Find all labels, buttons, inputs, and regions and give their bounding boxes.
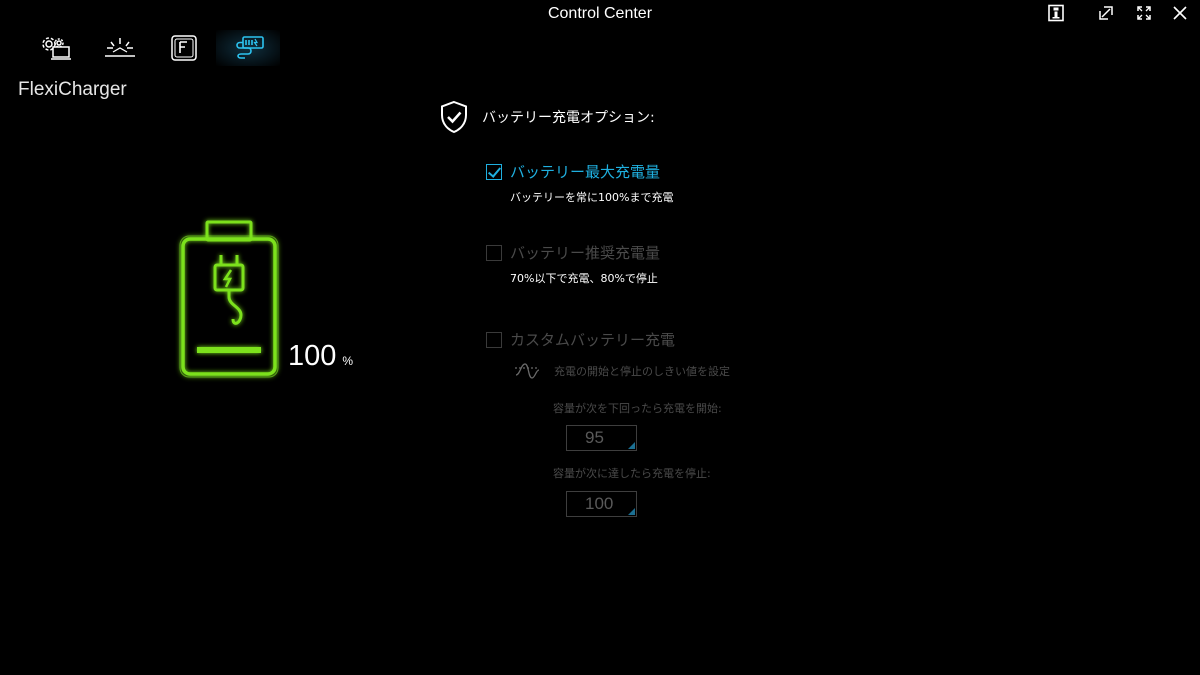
tab-bar	[24, 30, 280, 66]
title-bar: Control Center	[0, 0, 1200, 28]
threshold-setting-row: 充電の開始と停止のしきい値を設定	[514, 360, 730, 382]
threshold-wave-icon	[515, 363, 540, 379]
battery-percent-value: 100	[288, 340, 337, 372]
fullscreen-icon	[1137, 6, 1151, 20]
tab-system-settings[interactable]	[24, 30, 88, 66]
fullscreen-button[interactable]	[1131, 2, 1157, 24]
system-settings-icon	[42, 37, 71, 60]
control-center-window: Control Center FlexiCharger 100 % バッテリー充…	[0, 0, 1200, 675]
battery-charging-icon	[179, 220, 279, 378]
section-title: FlexiCharger	[18, 79, 127, 100]
option-recommended-charge: バッテリー推奨充電量 70%以下で充電、80%で停止	[486, 242, 660, 286]
keyboard-backlight-icon	[105, 38, 135, 57]
tab-function-keys[interactable]	[152, 30, 216, 66]
charging-options-header: バッテリー充電オプション:	[440, 100, 655, 134]
custom-charge-label[interactable]: カスタムバッテリー充電	[510, 329, 675, 350]
shield-check-icon	[441, 100, 467, 134]
start-threshold-label: 容量が次を下回ったら充電を開始:	[553, 402, 722, 415]
recommended-charge-checkbox[interactable]	[486, 244, 502, 261]
tab-flexicharger[interactable]	[216, 30, 280, 66]
charging-options-title: バッテリー充電オプション:	[482, 110, 655, 126]
flexicharger-icon	[236, 36, 264, 59]
tab-keyboard-backlight[interactable]	[88, 30, 152, 66]
function-key-icon	[171, 35, 197, 61]
stop-threshold-label: 容量が次に達したら充電を停止:	[553, 467, 711, 480]
close-button[interactable]	[1167, 2, 1193, 24]
threshold-description: 充電の開始と停止のしきい値を設定	[554, 365, 730, 378]
battery-graphic	[175, 215, 285, 385]
battery-percent-unit: %	[342, 354, 354, 368]
battery-percentage: 100%	[288, 340, 353, 373]
max-charge-description: バッテリーを常に100%まで充電	[510, 191, 674, 204]
window-title: Control Center	[547, 5, 653, 22]
max-charge-checkbox[interactable]	[486, 163, 502, 180]
start-threshold-input[interactable]: 95	[566, 425, 637, 451]
option-max-charge: バッテリー最大充電量 バッテリーを常に100%まで充電	[486, 161, 673, 205]
info-button[interactable]	[1043, 2, 1069, 24]
restore-button[interactable]	[1093, 2, 1119, 24]
custom-charge-checkbox[interactable]	[486, 331, 502, 348]
recommended-charge-label[interactable]: バッテリー推奨充電量	[510, 242, 660, 263]
max-charge-label[interactable]: バッテリー最大充電量	[510, 161, 660, 182]
recommended-charge-description: 70%以下で充電、80%で停止	[510, 272, 658, 285]
info-icon	[1048, 4, 1064, 22]
option-custom-charge: カスタムバッテリー充電	[486, 329, 675, 350]
stop-threshold-input[interactable]: 100	[566, 491, 637, 517]
restore-icon	[1099, 6, 1113, 20]
close-icon	[1173, 6, 1187, 20]
